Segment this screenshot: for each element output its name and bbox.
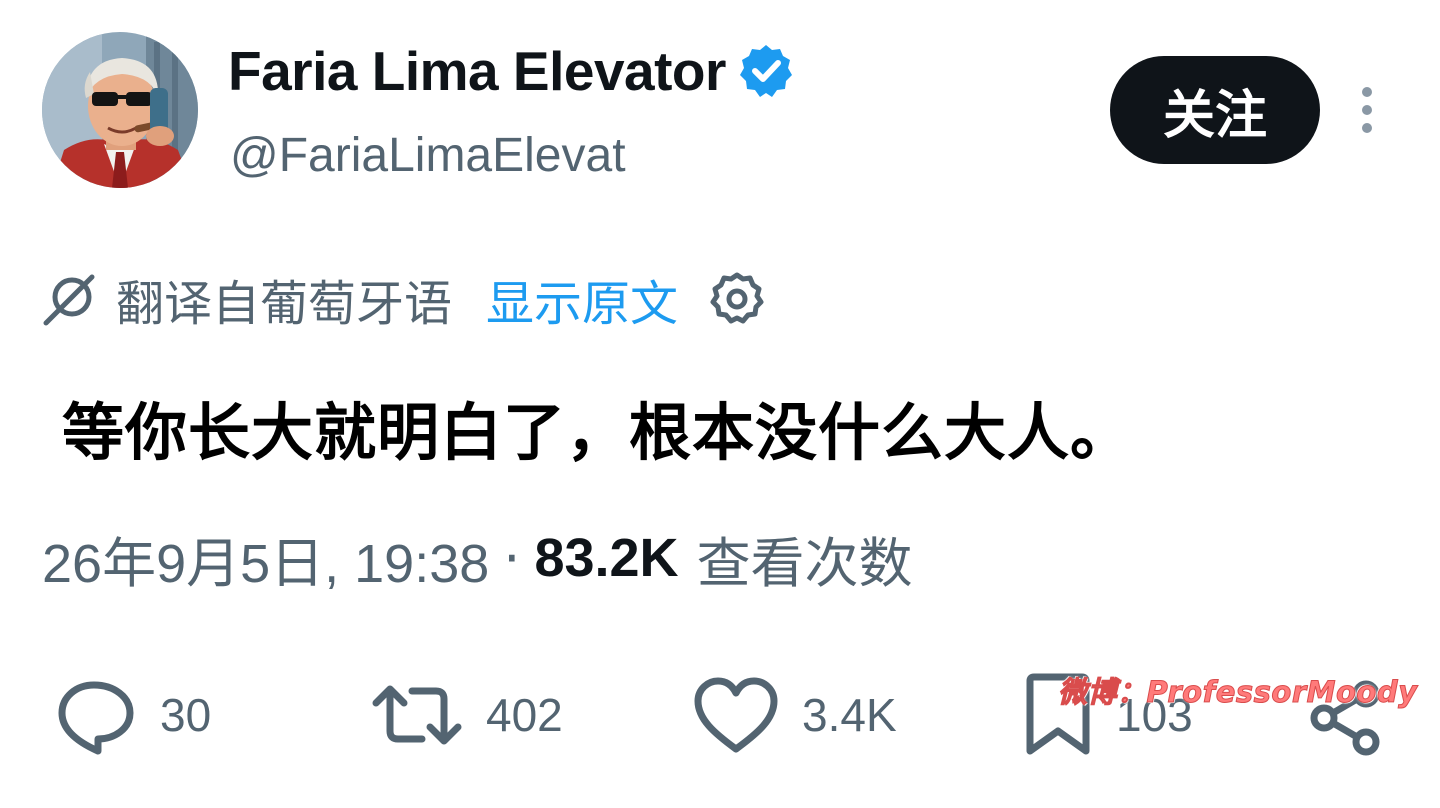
tweet-timestamp[interactable]: 26年9月5日, 19:38	[42, 519, 489, 598]
gear-icon[interactable]	[708, 270, 766, 328]
translation-source-label: 翻译自葡萄牙语	[116, 276, 453, 332]
reply-count: 30	[160, 689, 212, 741]
follow-button[interactable]: 关注	[1110, 56, 1320, 164]
repost-count: 402	[486, 689, 563, 741]
author-display-name[interactable]: Faria Lima Elevator	[228, 39, 726, 103]
author-handle[interactable]: @FariaLimaElevat	[230, 126, 626, 186]
avatar[interactable]	[42, 32, 198, 188]
like-button[interactable]: 3.4K	[692, 660, 897, 770]
tweet-text: 等你长大就明白了，根本没什么大人。	[62, 396, 1134, 469]
avatar-image	[42, 32, 198, 188]
repost-button[interactable]: 402	[370, 660, 563, 770]
more-options-icon[interactable]	[1352, 82, 1382, 142]
like-count: 3.4K	[802, 689, 897, 741]
views-label: 查看次数	[696, 531, 913, 595]
reply-icon	[58, 681, 134, 755]
show-original-link[interactable]: 显示原文	[486, 264, 678, 334]
views-count: 83.2K	[534, 528, 679, 588]
meta-separator: ·	[503, 526, 521, 590]
translation-row: 翻译自葡萄牙语 显示原文	[42, 262, 766, 336]
repost-icon	[372, 685, 462, 745]
weibo-watermark: 微博：ProfessorMoody	[1058, 675, 1418, 710]
heart-icon	[694, 677, 778, 753]
reply-button[interactable]: 30	[54, 660, 211, 770]
translate-icon	[43, 274, 95, 326]
tweet-meta-row: 26年9月5日, 19:38 · 83.2K 查看次数	[42, 518, 913, 598]
verified-badge-icon	[739, 45, 792, 97]
author-name-row[interactable]: Faria Lima Elevator	[228, 36, 794, 106]
